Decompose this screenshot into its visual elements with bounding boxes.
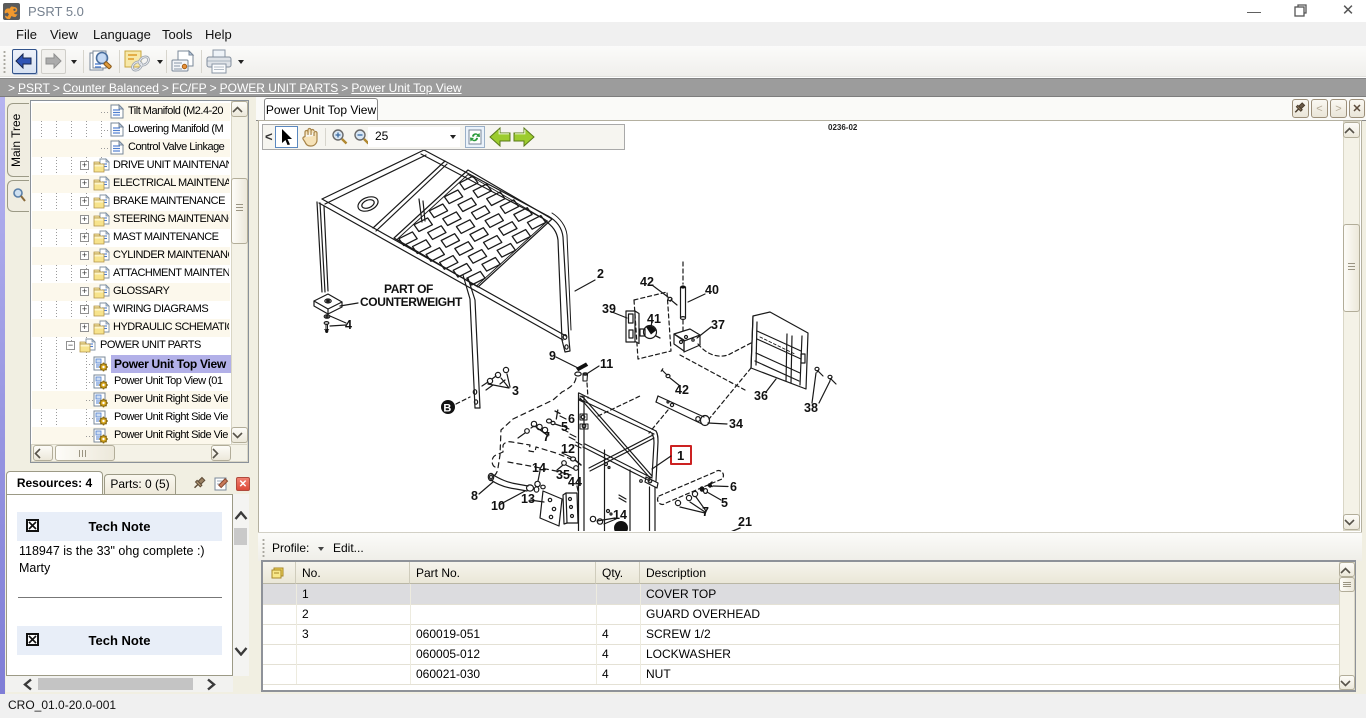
svg-text:14: 14: [613, 508, 627, 522]
svg-text:12: 12: [561, 442, 575, 456]
svg-text:44: 44: [568, 475, 582, 489]
svg-text:10: 10: [491, 499, 505, 513]
svg-text:21: 21: [738, 515, 752, 529]
svg-text:2: 2: [597, 267, 604, 281]
svg-text:37: 37: [711, 318, 725, 332]
svg-text:5: 5: [561, 420, 568, 434]
svg-text:PART OF: PART OF: [384, 282, 433, 296]
svg-text:7: 7: [702, 505, 709, 519]
svg-text:7: 7: [543, 430, 550, 444]
svg-text:38: 38: [804, 401, 818, 415]
svg-text:14: 14: [532, 461, 546, 475]
svg-text:13: 13: [521, 492, 535, 506]
svg-text:COUNTERWEIGHT: COUNTERWEIGHT: [360, 295, 463, 309]
svg-text:9: 9: [549, 349, 556, 363]
svg-text:40: 40: [705, 283, 719, 297]
svg-text:6: 6: [568, 412, 575, 426]
svg-text:42: 42: [640, 275, 654, 289]
svg-text:34: 34: [729, 417, 743, 431]
svg-text:42: 42: [675, 383, 689, 397]
svg-text:41: 41: [647, 312, 661, 326]
svg-text:39: 39: [602, 302, 616, 316]
svg-text:1: 1: [677, 448, 684, 463]
svg-text:B: B: [443, 403, 451, 415]
svg-text:5: 5: [721, 496, 728, 510]
svg-text:8: 8: [471, 489, 478, 503]
svg-text:36: 36: [754, 389, 768, 403]
svg-text:11: 11: [600, 357, 613, 371]
svg-text:6: 6: [730, 480, 737, 494]
svg-text:3: 3: [512, 384, 519, 398]
